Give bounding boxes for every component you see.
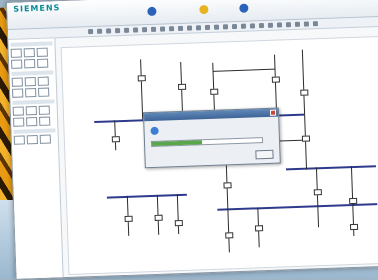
left-panel [8, 38, 64, 279]
breaker-symbol[interactable] [313, 189, 322, 196]
breaker-symbol[interactable] [223, 182, 232, 189]
panel-group-header [11, 70, 54, 76]
busbar [106, 193, 187, 199]
toolbar-button[interactable] [123, 27, 130, 33]
toolbar-button[interactable] [294, 21, 301, 27]
palette-cell[interactable] [37, 76, 49, 86]
blue-circle-icon [147, 6, 157, 17]
panel-group [13, 128, 56, 145]
top-tab-3[interactable] [239, 3, 250, 13]
palette-cell[interactable] [11, 77, 23, 87]
close-icon[interactable] [269, 109, 277, 116]
toolbar-button[interactable] [222, 24, 229, 30]
palette-cell[interactable] [23, 48, 35, 58]
panel-group [12, 99, 55, 127]
toolbar-button[interactable] [177, 25, 184, 32]
breaker-symbol[interactable] [225, 232, 234, 239]
breaker-symbol[interactable] [154, 214, 163, 221]
top-tab-1[interactable] [147, 6, 158, 17]
siemens-logo: SIEMENS [13, 3, 61, 14]
toolbar-button[interactable] [87, 28, 94, 35]
palette-cell[interactable] [39, 116, 51, 126]
breaker-symbol[interactable] [210, 88, 219, 95]
breaker-symbol[interactable] [124, 215, 133, 222]
feeder-line [315, 167, 320, 228]
palette-cell[interactable] [26, 134, 38, 145]
breaker-symbol[interactable] [349, 223, 359, 231]
connection-line [212, 68, 275, 72]
top-tab-2[interactable] [199, 4, 210, 15]
toolbar-button[interactable] [195, 25, 202, 31]
toolbar-button[interactable] [168, 26, 175, 32]
palette-cell[interactable] [38, 87, 50, 97]
panel-group-header [12, 99, 55, 105]
panel-group-header [13, 128, 56, 134]
progress-bar [150, 137, 264, 148]
toolbar-button[interactable] [159, 26, 166, 32]
breaker-symbol[interactable] [177, 83, 187, 91]
palette-cell[interactable] [26, 116, 38, 127]
info-icon [150, 126, 159, 136]
palette-cell[interactable] [39, 134, 51, 144]
toolbar-button[interactable] [312, 21, 319, 27]
toolbar-button[interactable] [132, 27, 139, 33]
palette-cell[interactable] [13, 135, 25, 145]
palette-cell[interactable] [13, 117, 25, 127]
toolbar-button[interactable] [213, 24, 220, 30]
toolbar-button[interactable] [249, 23, 256, 29]
toolbar-button[interactable] [96, 28, 103, 34]
toolbar-button[interactable] [141, 27, 148, 33]
palette-cell[interactable] [24, 59, 36, 69]
breaker-symbol[interactable] [349, 197, 358, 205]
breaker-symbol[interactable] [300, 89, 309, 96]
breaker-symbol[interactable] [271, 76, 280, 83]
dialog-button[interactable] [255, 149, 274, 160]
palette-cell[interactable] [37, 58, 49, 68]
busbar [285, 165, 376, 171]
progress-fill [151, 140, 202, 146]
breaker-symbol[interactable] [301, 135, 311, 142]
feeder-line [274, 54, 278, 115]
palette-cell[interactable] [36, 47, 48, 57]
palette-cell[interactable] [25, 88, 37, 98]
palette-cell[interactable] [12, 106, 24, 116]
panel-group [10, 41, 53, 69]
panel-group-header [10, 41, 53, 47]
feeder-line [140, 59, 144, 120]
toolbar-button[interactable] [150, 26, 157, 32]
toolbar-button[interactable] [204, 24, 211, 31]
progress-dialog [142, 107, 281, 169]
app-window: SIEMENS [6, 0, 378, 280]
toolbar-button[interactable] [303, 21, 310, 27]
palette-cell[interactable] [24, 77, 36, 87]
breaker-symbol[interactable] [111, 136, 120, 143]
yellow-circle-icon [199, 4, 209, 15]
feeder-line [176, 194, 180, 235]
palette-cell[interactable] [12, 88, 24, 98]
toolbar-button[interactable] [267, 22, 274, 28]
breaker-symbol[interactable] [254, 225, 264, 232]
breaker-symbol[interactable] [137, 75, 146, 82]
palette-cell[interactable] [11, 59, 23, 69]
panel-group [11, 70, 54, 98]
toolbar-button[interactable] [240, 23, 247, 29]
feeder-line [301, 49, 308, 170]
palette-cell[interactable] [10, 48, 22, 58]
toolbar-button[interactable] [285, 22, 292, 28]
toolbar-button[interactable] [114, 28, 121, 34]
toolbar-button[interactable] [186, 25, 193, 31]
palette-cell[interactable] [25, 105, 37, 116]
brand: SIEMENS [13, 3, 60, 14]
toolbar-button[interactable] [231, 23, 238, 30]
palette-cell[interactable] [38, 105, 50, 115]
toolbar-button[interactable] [276, 22, 283, 28]
toolbar-button[interactable] [105, 28, 112, 34]
blue-circle-icon [239, 3, 249, 13]
breaker-symbol[interactable] [174, 219, 183, 227]
toolbar-button[interactable] [258, 23, 265, 29]
